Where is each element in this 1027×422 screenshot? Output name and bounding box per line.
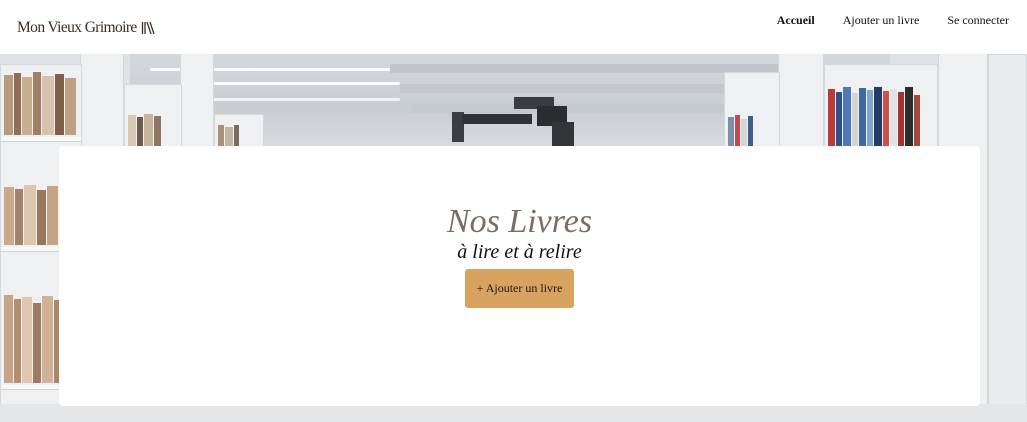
shelf-unit-far-right bbox=[988, 54, 1027, 422]
page-title: Nos Livres bbox=[446, 203, 593, 240]
nav-ajouter-un-livre[interactable]: Ajouter un livre bbox=[843, 13, 920, 28]
nav-se-connecter[interactable]: Se connecter bbox=[947, 13, 1009, 28]
page-subtitle: à lire et à relire bbox=[457, 241, 582, 263]
main-nav: Accueil Ajouter un livre Se connecter bbox=[777, 13, 1009, 28]
ceiling-machine-icon bbox=[452, 97, 574, 147]
add-book-button[interactable]: + Ajouter un livre bbox=[465, 269, 574, 308]
site-header: Mon Vieux Grimoire Accueil Ajouter un li… bbox=[0, 0, 1027, 54]
brand-logo-link[interactable]: Mon Vieux Grimoire bbox=[17, 19, 155, 37]
brand-name: Mon Vieux Grimoire bbox=[17, 18, 137, 36]
book-spines-icon bbox=[141, 21, 155, 35]
hero-card: Nos Livres à lire et à relire + Ajouter … bbox=[59, 146, 980, 406]
nav-accueil[interactable]: Accueil bbox=[777, 13, 815, 28]
